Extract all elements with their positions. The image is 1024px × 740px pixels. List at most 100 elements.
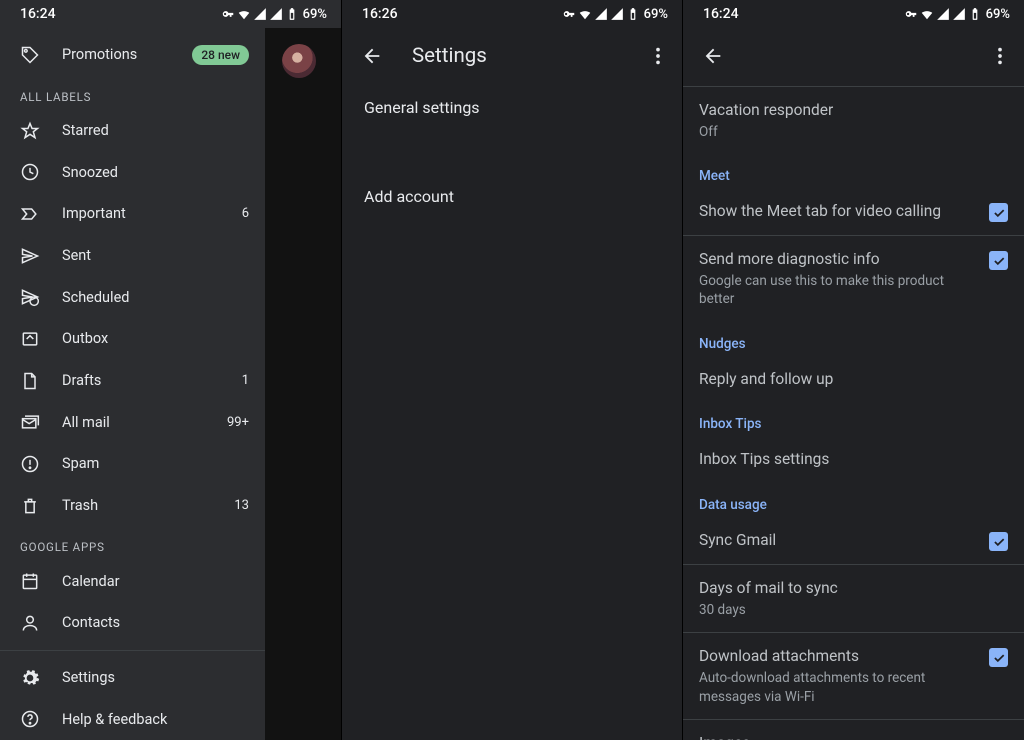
count-badge: 13	[234, 498, 249, 513]
clock-icon	[20, 162, 40, 182]
sidebar-item-help[interactable]: Help & feedback	[0, 698, 265, 740]
trash-icon	[20, 496, 40, 516]
sidebar-item-drafts[interactable]: Drafts 1	[0, 360, 265, 402]
sidebar-item-snoozed[interactable]: Snoozed	[0, 151, 265, 193]
settings-list[interactable]: Vacation responder Off Meet Show the Mee…	[683, 86, 1024, 740]
sidebar-item-trash[interactable]: Trash 13	[0, 485, 265, 527]
checkbox-checked[interactable]	[989, 203, 1008, 222]
battery-text: 69%	[986, 7, 1010, 22]
sidebar-item-label: Sent	[62, 247, 227, 264]
stacked-mail-icon	[20, 412, 40, 432]
setting-meet-tab[interactable]: Show the Meet tab for video calling	[683, 188, 1024, 235]
battery-icon	[626, 7, 640, 21]
divider	[0, 650, 265, 651]
calendar-icon	[20, 571, 40, 591]
signal-icon	[610, 7, 624, 21]
schedule-send-icon	[20, 287, 40, 307]
wifi-icon	[578, 7, 592, 21]
setting-subtitle: 30 days	[699, 601, 1008, 619]
new-badge: 28 new	[192, 45, 249, 65]
sidebar-item-scheduled[interactable]: Scheduled	[0, 276, 265, 318]
list-item-general-settings[interactable]: General settings	[342, 84, 682, 131]
setting-title: Images	[699, 733, 1008, 740]
status-icons: 69%	[562, 7, 668, 22]
section-header-meet: Meet	[683, 154, 1024, 188]
avatar[interactable]	[282, 44, 316, 78]
setting-title: Reply and follow up	[699, 369, 1008, 390]
setting-subtitle: Auto-download attachments to recent mess…	[699, 669, 977, 705]
sidebar-item-contacts[interactable]: Contacts	[0, 602, 265, 644]
sidebar-item-label: Scheduled	[62, 289, 227, 306]
tag-icon	[20, 45, 40, 65]
sidebar-item-label: Spam	[62, 455, 227, 472]
setting-vacation-responder[interactable]: Vacation responder Off	[683, 87, 1024, 154]
overflow-menu-button[interactable]	[642, 40, 674, 72]
count-badge: 1	[242, 373, 249, 388]
setting-diagnostic-info[interactable]: Send more diagnostic info Google can use…	[683, 236, 1024, 321]
checkbox-checked[interactable]	[989, 648, 1008, 667]
sidebar-item-settings[interactable]: Settings	[0, 657, 265, 699]
battery-text: 69%	[303, 7, 327, 22]
setting-download-attachments[interactable]: Download attachments Auto-download attac…	[683, 633, 1024, 718]
file-icon	[20, 371, 40, 391]
sidebar-item-starred[interactable]: Starred	[0, 110, 265, 152]
sidebar-item-calendar[interactable]: Calendar	[0, 560, 265, 602]
sidebar-item-important[interactable]: Important 6	[0, 193, 265, 235]
checkbox-checked[interactable]	[989, 532, 1008, 551]
setting-title: Download attachments	[699, 646, 977, 667]
section-header-google-apps: Google apps	[0, 526, 265, 560]
setting-days-to-sync[interactable]: Days of mail to sync 30 days	[683, 565, 1024, 632]
status-time: 16:26	[362, 6, 398, 22]
signal-icon	[936, 7, 950, 21]
sidebar-item-label: Contacts	[62, 614, 249, 631]
battery-icon	[285, 7, 299, 21]
section-header-inbox-tips: Inbox Tips	[683, 402, 1024, 436]
app-bar: Settings	[342, 28, 682, 84]
sidebar-item-label: Help & feedback	[62, 711, 249, 728]
battery-icon	[968, 7, 982, 21]
sidebar-item-sent[interactable]: Sent	[0, 235, 265, 277]
list-item-add-account[interactable]: Add account	[342, 173, 682, 220]
section-header-nudges: Nudges	[683, 322, 1024, 356]
wifi-icon	[920, 7, 934, 21]
sidebar-item-label: Calendar	[62, 573, 249, 590]
signal-icon	[253, 7, 267, 21]
spam-icon	[20, 454, 40, 474]
back-button[interactable]	[697, 40, 729, 72]
section-header-data-usage: Data usage	[683, 483, 1024, 517]
sidebar-item-outbox[interactable]: Outbox	[0, 318, 265, 360]
send-icon	[20, 246, 40, 266]
setting-title: Sync Gmail	[699, 530, 977, 551]
app-bar	[683, 28, 1024, 84]
sidebar-item-label: Snoozed	[62, 164, 227, 181]
phone-account-settings: 16:24 69% Vacation responder Off Meet Sh…	[682, 0, 1024, 740]
status-icons: 69%	[904, 7, 1010, 22]
sidebar-item-label: Trash	[62, 497, 212, 514]
setting-title: Inbox Tips settings	[699, 449, 1008, 470]
setting-inbox-tips[interactable]: Inbox Tips settings	[683, 436, 1024, 483]
count-badge: 99+	[227, 415, 249, 430]
sidebar-item-label: Starred	[62, 122, 227, 139]
battery-text: 69%	[644, 7, 668, 22]
sidebar-item-label: Promotions	[62, 46, 170, 63]
overflow-menu-button[interactable]	[984, 40, 1016, 72]
status-bar: 16:24 69%	[683, 0, 1024, 28]
setting-reply-follow-up[interactable]: Reply and follow up	[683, 356, 1024, 403]
sidebar-item-all-mail[interactable]: All mail 99+	[0, 401, 265, 443]
setting-subtitle: Google can use this to make this product…	[699, 272, 977, 308]
sidebar-item-spam[interactable]: Spam	[0, 443, 265, 485]
back-button[interactable]	[356, 40, 388, 72]
signal-icon	[594, 7, 608, 21]
status-time: 16:24	[20, 6, 56, 22]
navigation-drawer: Promotions 28 new All labels Starred Sno…	[0, 28, 265, 740]
setting-subtitle: Off	[699, 123, 1008, 141]
gear-icon	[20, 668, 40, 688]
vpn-key-icon	[562, 7, 576, 21]
setting-sync-gmail[interactable]: Sync Gmail	[683, 517, 1024, 564]
sidebar-item-promotions[interactable]: Promotions 28 new	[0, 34, 265, 76]
status-bar: 16:26 69%	[342, 0, 682, 28]
setting-images[interactable]: Images Always display external images	[683, 720, 1024, 740]
setting-title: Send more diagnostic info	[699, 249, 977, 270]
checkbox-checked[interactable]	[989, 251, 1008, 270]
sidebar-item-label: Important	[62, 205, 220, 222]
